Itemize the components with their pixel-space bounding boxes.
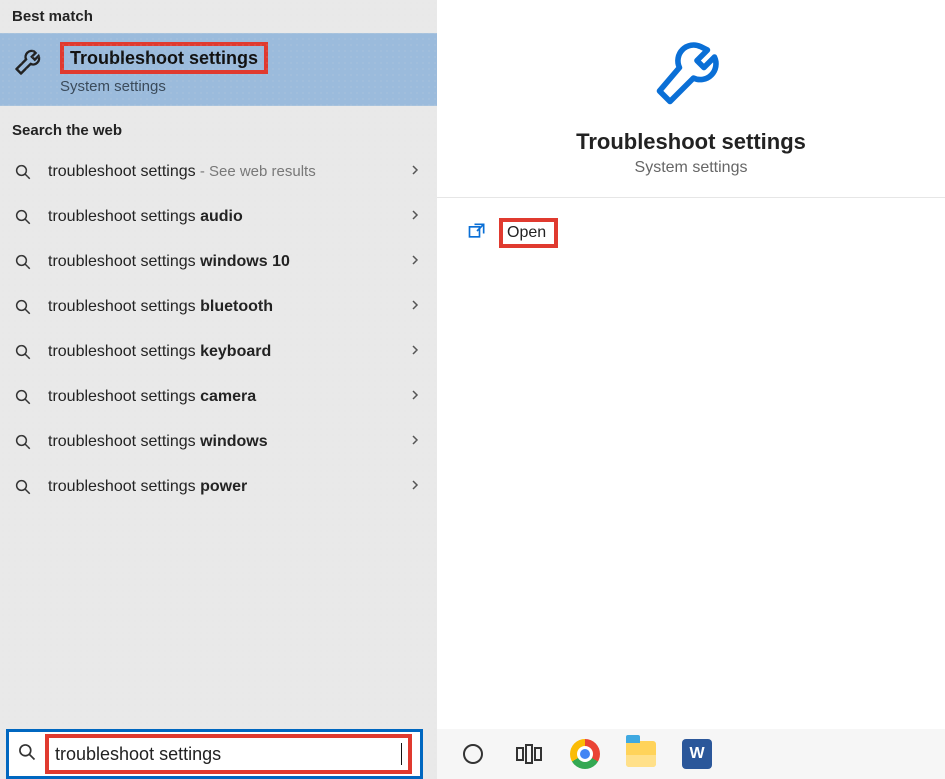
best-match-subtitle: System settings <box>60 74 268 95</box>
open-action[interactable]: Open <box>437 198 945 268</box>
web-result-text: troubleshoot settings windows <box>48 433 395 451</box>
preview-title: Troubleshoot settings <box>576 129 806 155</box>
chevron-right-icon <box>409 433 423 451</box>
search-icon <box>12 208 34 226</box>
wrench-icon <box>649 28 733 117</box>
search-icon <box>12 343 34 361</box>
web-result-text: troubleshoot settings power <box>48 478 395 496</box>
web-result-text: troubleshoot settings - See web results <box>48 163 395 181</box>
chevron-right-icon <box>409 253 423 271</box>
web-result-text: troubleshoot settings windows 10 <box>48 253 395 271</box>
chevron-right-icon <box>409 388 423 406</box>
best-match-header: Best match <box>0 0 437 33</box>
web-result-item[interactable]: troubleshoot settings audio <box>0 194 437 239</box>
web-result-item[interactable]: troubleshoot settings windows <box>0 419 437 464</box>
best-match-title: Troubleshoot settings <box>64 48 264 68</box>
chevron-right-icon <box>409 163 423 181</box>
word-icon[interactable]: W <box>679 736 715 772</box>
web-result-item[interactable]: troubleshoot settings windows 10 <box>0 239 437 284</box>
web-results-list: troubleshoot settings - See web results t… <box>0 147 437 509</box>
open-icon <box>467 221 487 246</box>
wrench-icon <box>12 42 48 83</box>
web-result-item[interactable]: troubleshoot settings bluetooth <box>0 284 437 329</box>
web-result-item[interactable]: troubleshoot settings camera <box>0 374 437 419</box>
search-web-header: Search the web <box>0 106 437 147</box>
search-icon <box>17 742 37 767</box>
search-input[interactable] <box>55 744 400 765</box>
preview-panel: Troubleshoot settings System settings Op… <box>437 0 945 779</box>
web-result-text: troubleshoot settings keyboard <box>48 343 395 361</box>
search-icon <box>12 253 34 271</box>
chrome-icon[interactable] <box>567 736 603 772</box>
best-match-item[interactable]: Troubleshoot settings System settings <box>0 33 437 106</box>
task-view-icon[interactable] <box>511 736 547 772</box>
search-icon <box>12 388 34 406</box>
web-result-item[interactable]: troubleshoot settings - See web results <box>0 149 437 194</box>
chevron-right-icon <box>409 343 423 361</box>
search-icon <box>12 163 34 181</box>
preview-subtitle: System settings <box>635 159 748 177</box>
open-label: Open <box>507 224 546 241</box>
web-result-text: troubleshoot settings camera <box>48 388 395 406</box>
web-result-text: troubleshoot settings audio <box>48 208 395 226</box>
file-explorer-icon[interactable] <box>623 736 659 772</box>
web-result-item[interactable]: troubleshoot settings keyboard <box>0 329 437 374</box>
search-icon <box>12 298 34 316</box>
search-icon <box>12 478 34 496</box>
search-icon <box>12 433 34 451</box>
chevron-right-icon <box>409 298 423 316</box>
search-bar[interactable] <box>6 729 423 779</box>
chevron-right-icon <box>409 208 423 226</box>
chevron-right-icon <box>409 478 423 496</box>
web-result-text: troubleshoot settings bluetooth <box>48 298 395 316</box>
cortana-icon[interactable] <box>455 736 491 772</box>
web-result-item[interactable]: troubleshoot settings power <box>0 464 437 509</box>
text-caret <box>401 743 402 765</box>
search-results-panel: Best match Troubleshoot settings System … <box>0 0 437 779</box>
taskbar: W <box>437 729 945 779</box>
